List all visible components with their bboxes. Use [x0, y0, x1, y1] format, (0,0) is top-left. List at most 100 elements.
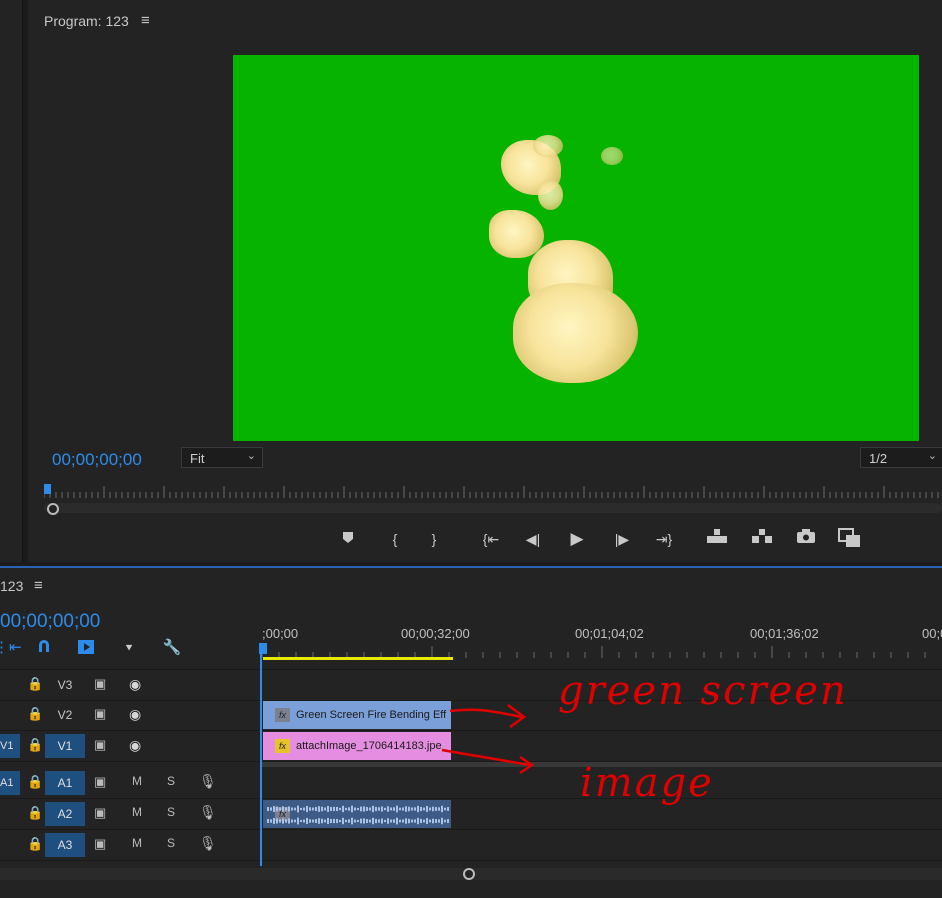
source-patch-v1[interactable]: V1 — [0, 734, 20, 758]
step-forward-button[interactable]: |▶ — [610, 528, 634, 550]
track-header-a3: 🔒 A3 ▣ M S 🎙 — [0, 830, 258, 860]
lock-icon[interactable]: 🔒 — [27, 676, 43, 692]
left-panel-edge — [0, 0, 23, 562]
mute-button[interactable]: M — [132, 805, 142, 819]
track-header-v3: 🔒 V3 ▣ ◉ — [0, 670, 258, 700]
linked-selection-icon — [78, 640, 94, 654]
export-frame-button[interactable] — [794, 528, 818, 550]
step-back-button[interactable]: ◀| — [521, 528, 545, 550]
timeline-playhead[interactable] — [260, 643, 262, 866]
solo-button[interactable]: S — [167, 774, 175, 788]
mark-in-icon: { — [392, 531, 398, 547]
fire-flame-shape — [538, 180, 563, 210]
track-header-v1: V1 🔒 V1 ▣ ◉ — [0, 731, 258, 761]
zoom-fit-value: Fit — [190, 451, 205, 466]
marker-icon: ⯆ — [124, 641, 134, 655]
track-header-a2: 🔒 A2 ▣ M S 🎙 — [0, 799, 258, 829]
sync-lock-icon[interactable]: ▣ — [94, 805, 106, 821]
track-name-v3[interactable]: V3 — [45, 673, 85, 697]
track-name-v2[interactable]: V2 — [45, 703, 85, 727]
lock-icon[interactable]: 🔒 — [27, 836, 43, 852]
lift-button[interactable] — [705, 528, 729, 550]
work-area-bar[interactable] — [263, 657, 453, 660]
sync-lock-icon[interactable]: ▣ — [94, 706, 106, 722]
sync-lock-icon[interactable]: ▣ — [94, 737, 106, 753]
program-zoom-scrollbar[interactable] — [44, 503, 942, 513]
multicam-icon — [838, 528, 860, 547]
sync-lock-icon[interactable]: ▣ — [94, 774, 106, 790]
sync-lock-icon[interactable]: ▣ — [94, 836, 106, 852]
solo-button[interactable]: S — [167, 836, 175, 850]
clip-audio-waveform[interactable]: fx — [263, 800, 451, 828]
playback-resolution-dropdown[interactable]: 1/2 ⌄ — [860, 447, 942, 468]
go-to-in-button[interactable]: {⇤ — [479, 528, 503, 550]
track-row-a3: 🔒 A3 ▣ M S 🎙 — [0, 830, 942, 861]
sync-lock-icon[interactable]: ▣ — [94, 676, 106, 692]
snap-button[interactable] — [34, 638, 54, 658]
lock-icon[interactable]: 🔒 — [27, 737, 43, 753]
fire-flame-shape — [533, 135, 563, 157]
mute-button[interactable]: M — [132, 774, 142, 788]
lock-icon[interactable]: 🔒 — [27, 805, 43, 821]
sequence-menu-icon[interactable]: ≡ — [34, 577, 43, 594]
program-timecode[interactable]: 00;00;00;00 — [52, 450, 142, 470]
program-menu-icon[interactable]: ≡ — [141, 12, 150, 29]
program-video-frame — [233, 55, 919, 441]
linked-selection-button[interactable] — [76, 638, 96, 658]
timeline-timecode[interactable]: 00;00;00;00 — [0, 611, 100, 633]
magnet-icon — [39, 640, 49, 652]
mark-out-button[interactable]: } — [422, 528, 446, 550]
microphone-icon[interactable]: 🎙 — [199, 835, 217, 852]
timeline-playhead-handle[interactable] — [259, 643, 267, 654]
step-back-icon: ◀| — [525, 531, 541, 547]
fx-badge-icon: fx — [275, 739, 290, 754]
lock-icon[interactable]: 🔒 — [27, 706, 43, 722]
wrench-icon: 🔧 — [162, 639, 182, 656]
ruler-label: 00;01;36;02 — [750, 626, 819, 641]
lock-icon[interactable]: 🔒 — [27, 774, 43, 790]
track-name-v1[interactable]: V1 — [45, 734, 85, 758]
annotation-image: image — [580, 760, 714, 806]
sequence-tab-title[interactable]: 123 — [0, 578, 23, 594]
ruler-label: ;00;00 — [262, 626, 299, 641]
chevron-down-icon: ⌄ — [246, 450, 256, 462]
play-button[interactable]: ▶ — [565, 528, 589, 550]
eye-icon[interactable]: ◉ — [129, 737, 141, 754]
clip-attach-image[interactable]: fx attachImage_1706414183.jpe — [263, 732, 451, 760]
timeline-settings-button[interactable]: 🔧 — [162, 638, 182, 658]
ruler-label: 00;0 — [922, 626, 942, 641]
fire-flame-shape — [601, 147, 623, 165]
eye-icon[interactable]: ◉ — [129, 676, 141, 693]
timeline-scroll-handle[interactable] — [463, 868, 475, 880]
mark-in-button[interactable]: { — [383, 528, 407, 550]
mute-button[interactable]: M — [132, 836, 142, 850]
extract-button[interactable] — [750, 528, 774, 550]
microphone-icon[interactable]: 🎙 — [199, 804, 217, 821]
playback-resolution-value: 1/2 — [869, 451, 888, 466]
nest-toggle-button[interactable]: ⋮⇤ — [0, 638, 22, 658]
step-forward-icon: |▶ — [614, 531, 630, 547]
clip-label: Green Screen Fire Bending Eff — [296, 709, 447, 721]
solo-button[interactable]: S — [167, 805, 175, 819]
chevron-down-icon: ⌄ — [927, 450, 937, 462]
marker-icon — [343, 532, 353, 543]
track-name-a3[interactable]: A3 — [45, 833, 85, 857]
program-playhead[interactable] — [44, 484, 51, 494]
multicam-button[interactable] — [838, 528, 862, 550]
clip-green-screen-fire[interactable]: fx Green Screen Fire Bending Eff — [263, 701, 451, 729]
track-name-a2[interactable]: A2 — [45, 802, 85, 826]
eye-icon[interactable]: ◉ — [129, 706, 141, 723]
zoom-fit-dropdown[interactable]: Fit ⌄ — [181, 447, 263, 468]
add-marker-timeline-button[interactable]: ⯆ — [119, 638, 139, 658]
ruler-label: 00;00;32;00 — [401, 626, 470, 641]
source-patch-a1[interactable]: A1 — [0, 771, 20, 795]
microphone-icon[interactable]: 🎙 — [199, 773, 217, 790]
nest-icon: ⋮⇤ — [0, 639, 22, 656]
add-marker-button[interactable] — [336, 528, 360, 550]
program-monitor-title[interactable]: Program: 123 — [44, 13, 129, 29]
annotation-green-screen: green screen — [558, 668, 848, 714]
program-time-ruler[interactable] — [44, 486, 942, 498]
track-name-a1[interactable]: A1 — [45, 771, 85, 795]
program-zoom-handle[interactable] — [47, 503, 59, 515]
go-to-out-button[interactable]: ⇥} — [652, 528, 676, 550]
